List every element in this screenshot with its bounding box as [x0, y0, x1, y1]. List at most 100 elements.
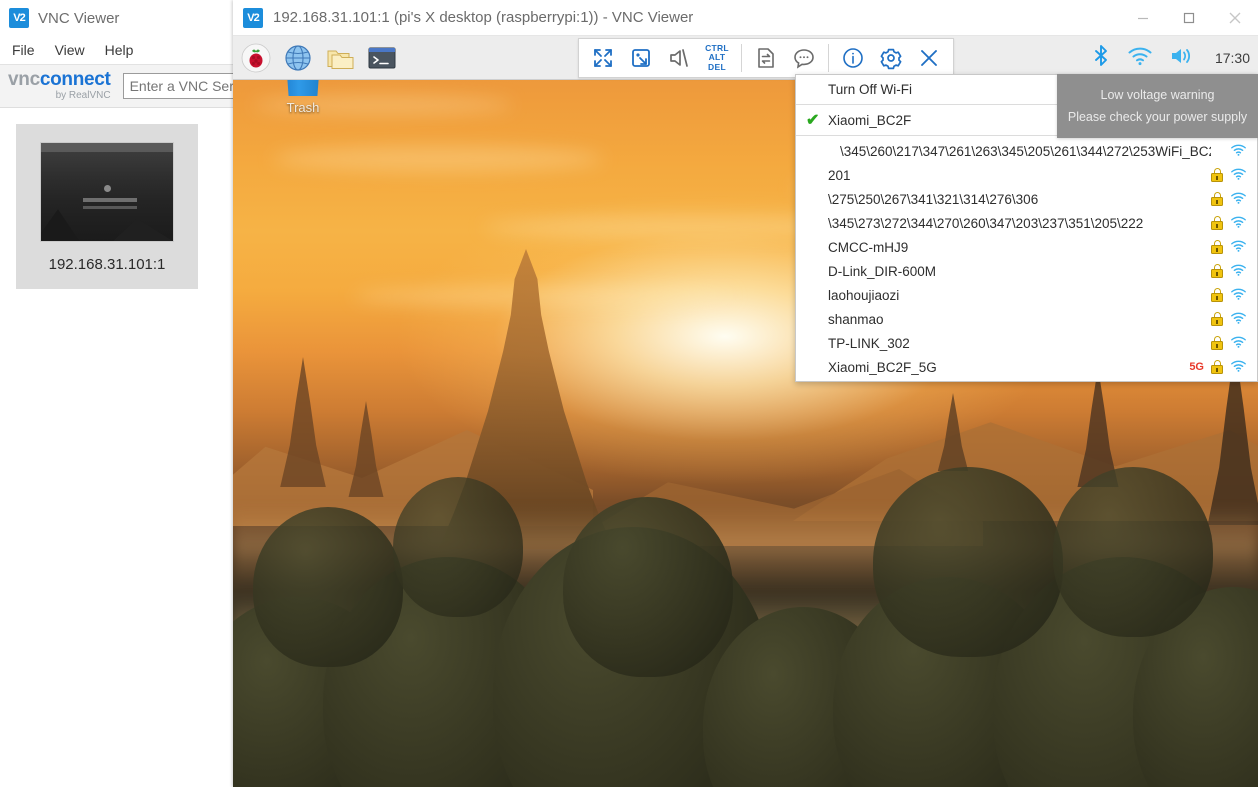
wifi-network-indicators: 5G: [1189, 359, 1247, 376]
wifi-network-item[interactable]: \345\273\272\344\270\260\347\203\237\351…: [796, 211, 1257, 235]
wifi-network-indicators: [1211, 143, 1247, 160]
wifi-network-item[interactable]: Xiaomi_BC2F_5G5G: [796, 355, 1257, 379]
info-icon[interactable]: [835, 41, 871, 75]
chat-icon[interactable]: [786, 41, 822, 75]
toolbar-separator-2: [828, 44, 829, 72]
signal-strength-icon: [1230, 191, 1247, 208]
minimize-button[interactable]: [1120, 0, 1166, 36]
taskbar-clock[interactable]: 17:30: [1215, 50, 1250, 66]
wifi-network-ssid: \275\250\267\341\321\314\276\306: [828, 192, 1211, 207]
wifi-network-ssid: \345\260\217\347\261\263\345\205\261\344…: [828, 144, 1211, 159]
scaling-icon[interactable]: [623, 41, 659, 75]
thumbnail-dialog-icon: [104, 185, 111, 192]
taskbar-launchers: [233, 41, 399, 75]
wifi-network-indicators: [1211, 263, 1247, 280]
lock-icon: [1211, 336, 1223, 350]
wifi-network-list: \345\260\217\347\261\263\345\205\261\344…: [796, 139, 1257, 379]
wifi-network-ssid: D-Link_DIR-600M: [828, 264, 1211, 279]
desktop-icon-trash-label: Trash: [287, 100, 320, 115]
file-manager-icon[interactable]: [323, 41, 357, 75]
wallpaper-treeline: [233, 367, 1258, 787]
wifi-network-item[interactable]: CMCC-mHJ9: [796, 235, 1257, 259]
wifi-network-ssid: CMCC-mHJ9: [828, 240, 1211, 255]
wifi-network-ssid: \345\273\272\344\270\260\347\203\237\351…: [828, 216, 1211, 231]
wifi-network-item[interactable]: laohoujiaozi: [796, 283, 1257, 307]
thumbnail-titlebar: [41, 143, 173, 152]
wifi-network-indicators: [1211, 287, 1247, 304]
wifi-network-ssid: Xiaomi_BC2F_5G: [828, 360, 1189, 375]
session-titlebar: V2 192.168.31.101:1 (pi's X desktop (ras…: [233, 0, 1258, 36]
wifi-network-ssid: TP-LINK_302: [828, 336, 1211, 351]
raspberry-menu-icon[interactable]: [239, 41, 273, 75]
wifi-network-item[interactable]: 201: [796, 163, 1257, 187]
del-label: DEL: [705, 63, 729, 72]
lock-icon: [1211, 264, 1223, 278]
brand-vnc-text: vnc: [8, 69, 40, 90]
brand-subtitle: by RealVNC: [8, 91, 111, 102]
lock-icon: [1211, 240, 1223, 254]
close-button[interactable]: [1212, 0, 1258, 36]
wifi-network-indicators: [1211, 335, 1247, 352]
settings-gear-icon[interactable]: [873, 41, 909, 75]
wifi-network-indicators: [1211, 215, 1247, 232]
signal-strength-icon: [1230, 215, 1247, 232]
window-controls: [1120, 0, 1258, 36]
mute-icon[interactable]: [661, 41, 697, 75]
notification-body: Please check your power supply: [1068, 110, 1247, 124]
connection-label: 192.168.31.101:1: [49, 256, 166, 273]
maximize-button[interactable]: [1166, 0, 1212, 36]
signal-strength-icon: [1230, 311, 1247, 328]
signal-strength-icon: [1230, 167, 1247, 184]
lock-icon: [1211, 168, 1223, 182]
wifi-network-item[interactable]: D-Link_DIR-600M: [796, 259, 1257, 283]
wifi-network-indicators: [1211, 191, 1247, 208]
fullscreen-icon[interactable]: [585, 41, 621, 75]
web-browser-icon[interactable]: [281, 41, 315, 75]
bluetooth-icon[interactable]: [1091, 44, 1111, 73]
viewer-window-title: VNC Viewer: [38, 10, 119, 27]
wifi-network-item[interactable]: \345\260\217\347\261\263\345\205\261\344…: [796, 139, 1257, 163]
wifi-network-item[interactable]: TP-LINK_302: [796, 331, 1257, 355]
volume-icon[interactable]: [1169, 45, 1195, 72]
file-transfer-icon[interactable]: [748, 41, 784, 75]
close-connection-icon[interactable]: [911, 41, 947, 75]
wifi-network-item[interactable]: \275\250\267\341\321\314\276\306: [796, 187, 1257, 211]
session-window-title: 192.168.31.101:1 (pi's X desktop (raspbe…: [273, 9, 693, 26]
toolbar-separator-1: [741, 44, 742, 72]
menu-file[interactable]: File: [12, 42, 35, 58]
thumbnail-dialog-line-2: [83, 206, 137, 209]
lock-icon: [1211, 192, 1223, 206]
desktop-thumbnail: [40, 142, 174, 242]
lock-icon: [1211, 360, 1223, 374]
vnc-connect-logo: vncconnect by RealVNC: [8, 70, 111, 101]
signal-strength-icon: [1230, 239, 1247, 256]
low-voltage-notification[interactable]: Low voltage warning Please check your po…: [1057, 74, 1258, 138]
notification-title: Low voltage warning: [1101, 88, 1215, 102]
thumbnail-dialog-line-1: [83, 198, 137, 202]
ctrl-alt-del-button[interactable]: CTRL ALT DEL: [699, 41, 735, 75]
signal-strength-icon: [1230, 335, 1247, 352]
wifi-network-ssid: 201: [828, 168, 1211, 183]
wifi-network-indicators: [1211, 311, 1247, 328]
check-icon: ✔: [806, 110, 828, 130]
vnc-session-logo-icon: V2: [243, 8, 263, 28]
wifi-network-ssid: laohoujiaozi: [828, 288, 1211, 303]
wifi-icon[interactable]: [1127, 45, 1153, 72]
lock-icon: [1211, 288, 1223, 302]
menu-view[interactable]: View: [55, 42, 85, 58]
lock-icon: [1211, 312, 1223, 326]
terminal-icon[interactable]: [365, 41, 399, 75]
lock-icon: [1211, 216, 1223, 230]
menu-help[interactable]: Help: [105, 42, 134, 58]
wifi-network-item[interactable]: shanmao: [796, 307, 1257, 331]
brand-connect-text: connect: [40, 69, 111, 90]
signal-strength-icon: [1230, 263, 1247, 280]
vnc-session-toolbar: CTRL ALT DEL: [578, 38, 954, 78]
wifi-network-ssid: shanmao: [828, 312, 1211, 327]
signal-strength-icon: [1230, 143, 1247, 160]
band-5g-badge: 5G: [1189, 361, 1204, 373]
wifi-network-indicators: [1211, 167, 1247, 184]
connection-tile[interactable]: 192.168.31.101:1: [16, 124, 198, 289]
signal-strength-icon: [1230, 359, 1247, 376]
wifi-network-indicators: [1211, 239, 1247, 256]
